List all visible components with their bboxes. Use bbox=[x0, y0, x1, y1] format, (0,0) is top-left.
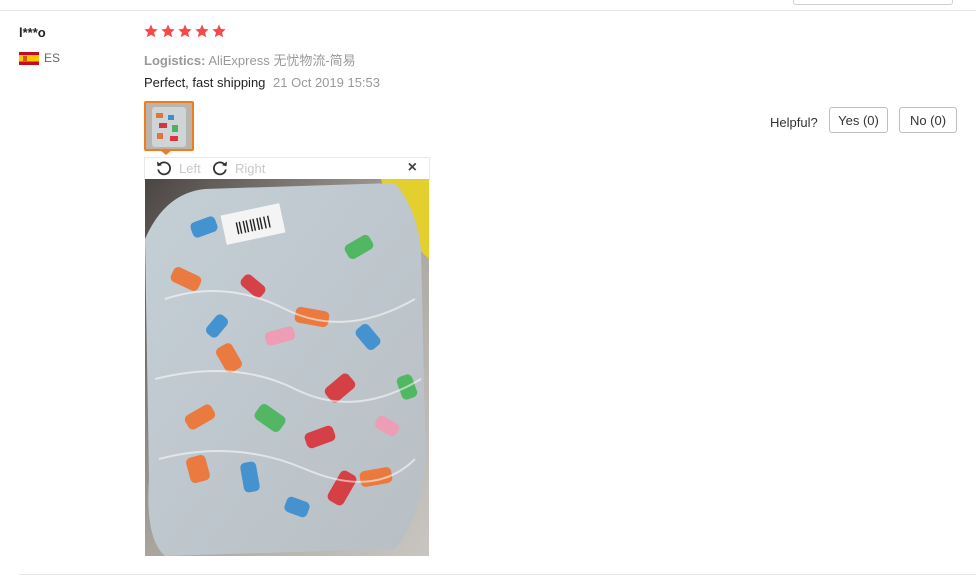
review-photo-thumbnail[interactable] bbox=[144, 101, 194, 151]
photo-viewer-toolbar: Left Right × bbox=[144, 157, 430, 180]
star-icon bbox=[161, 24, 175, 38]
star-rating bbox=[143, 23, 227, 39]
review-photo bbox=[145, 179, 429, 556]
helpful-yes-button[interactable]: Yes (0) bbox=[829, 107, 888, 133]
top-divider bbox=[0, 10, 976, 11]
helpful-no-button[interactable]: No (0) bbox=[899, 107, 957, 133]
logistics-info: Logistics: AliExpress 无忧物流-简易 bbox=[144, 50, 356, 69]
flag-es-icon bbox=[19, 51, 39, 65]
rotate-left-label: Left bbox=[179, 160, 201, 176]
country-code: ES bbox=[44, 51, 61, 65]
review-date: 21 Oct 2019 15:53 bbox=[273, 75, 381, 90]
logistics-label: Logistics: bbox=[144, 53, 206, 68]
rotate-right-button[interactable]: Right bbox=[211, 159, 265, 177]
rotate-left-icon bbox=[157, 161, 171, 176]
star-icon bbox=[195, 24, 209, 38]
sort-dropdown[interactable] bbox=[793, 0, 953, 5]
star-icon bbox=[212, 24, 226, 38]
close-viewer-button[interactable]: × bbox=[408, 160, 417, 176]
logistics-value: AliExpress 无忧物流-简易 bbox=[208, 53, 356, 68]
reviewer-country: ES bbox=[19, 51, 60, 65]
rotate-left-button[interactable]: Left bbox=[155, 159, 201, 177]
review-text: Perfect, fast shipping bbox=[144, 75, 266, 90]
close-icon: × bbox=[407, 159, 417, 176]
star-icon bbox=[144, 24, 158, 38]
thumbnail-pointer bbox=[160, 150, 172, 155]
review-body: Perfect, fast shipping 21 Oct 2019 15:53 bbox=[144, 75, 380, 90]
star-icon bbox=[178, 24, 192, 38]
reviewer-name: l***o bbox=[19, 25, 46, 40]
rotate-right-icon bbox=[213, 161, 227, 176]
helpful-label: Helpful? bbox=[770, 115, 818, 130]
bottom-divider bbox=[19, 574, 976, 575]
rotate-right-label: Right bbox=[235, 160, 266, 176]
